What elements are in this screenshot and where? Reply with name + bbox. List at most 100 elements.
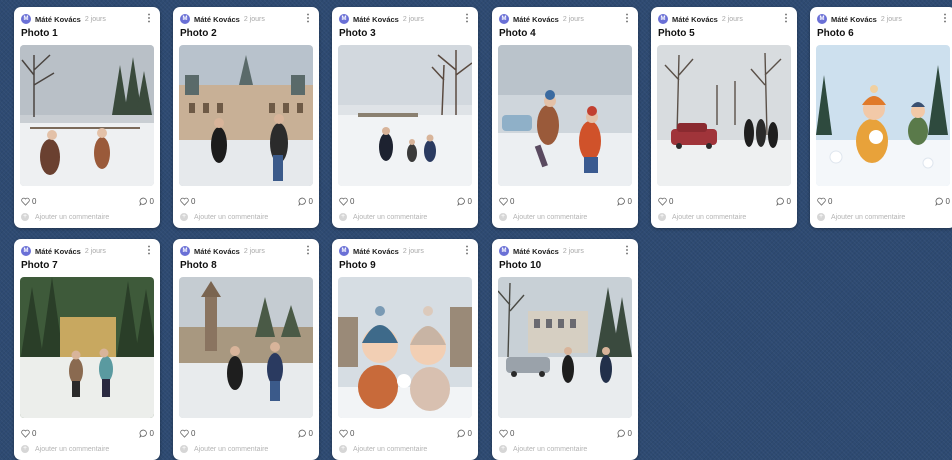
- like-button[interactable]: 0: [21, 197, 36, 206]
- post-card-2[interactable]: M Máté Kovács 2 jours ⋮ Photo 2 0 0 + Aj…: [173, 7, 319, 228]
- post-card-7[interactable]: M Máté Kovács 2 jours ⋮ Photo 7 0 0 + Aj…: [14, 239, 160, 460]
- add-comment-field[interactable]: + Ajouter un commentaire: [817, 211, 950, 223]
- avatar[interactable]: M: [658, 14, 668, 24]
- post-photo[interactable]: [179, 45, 313, 186]
- avatar[interactable]: M: [817, 14, 827, 24]
- like-count: 0: [191, 428, 196, 438]
- comment-button[interactable]: 0: [138, 196, 154, 206]
- reactions-bar: 0 0: [180, 195, 313, 207]
- post-photo[interactable]: [498, 277, 632, 418]
- post-photo[interactable]: [179, 277, 313, 418]
- comment-count: 0: [786, 196, 791, 206]
- comment-button[interactable]: 0: [138, 429, 154, 438]
- post-header: M Máté Kovács 2 jours ⋮: [180, 12, 313, 26]
- like-button[interactable]: 0: [21, 429, 36, 438]
- comment-button[interactable]: 0: [297, 197, 313, 206]
- more-vertical-icon[interactable]: ⋮: [781, 14, 791, 24]
- avatar[interactable]: M: [180, 246, 190, 256]
- add-comment-placeholder: Ajouter un commentaire: [353, 445, 428, 453]
- add-comment-field[interactable]: + Ajouter un commentaire: [499, 443, 632, 455]
- add-comment-icon: +: [21, 213, 29, 221]
- post-photo[interactable]: [338, 45, 472, 186]
- heart-icon: [499, 197, 508, 206]
- add-comment-field[interactable]: + Ajouter un commentaire: [21, 211, 154, 223]
- author-name: Máté Kovács: [353, 246, 399, 256]
- add-comment-field[interactable]: + Ajouter un commentaire: [180, 443, 313, 455]
- avatar[interactable]: M: [339, 14, 349, 24]
- avatar[interactable]: M: [180, 14, 190, 24]
- post-photo[interactable]: [338, 277, 472, 418]
- post-photo[interactable]: [20, 45, 154, 186]
- author-name: Máté Kovács: [194, 246, 240, 256]
- post-photo[interactable]: [816, 45, 950, 186]
- add-comment-field[interactable]: + Ajouter un commentaire: [339, 211, 472, 223]
- comment-count: 0: [467, 196, 472, 206]
- post-photo[interactable]: [20, 277, 154, 418]
- avatar[interactable]: M: [339, 246, 349, 256]
- author-name: Máté Kovács: [35, 246, 81, 256]
- avatar[interactable]: M: [21, 14, 31, 24]
- more-vertical-icon[interactable]: ⋮: [303, 246, 313, 256]
- add-comment-field[interactable]: + Ajouter un commentaire: [499, 211, 632, 223]
- post-card-10[interactable]: M Máté Kovács 2 jours ⋮ Photo 10 0 0 + A…: [492, 239, 638, 460]
- post-card-1[interactable]: M Máté Kovács 2 jours ⋮ Photo 1 0 0 + Aj…: [14, 7, 160, 228]
- post-card-9[interactable]: M Máté Kovács 2 jours ⋮ Photo 9 0 0 + Aj…: [332, 239, 478, 460]
- add-comment-field[interactable]: + Ajouter un commentaire: [339, 443, 472, 455]
- heart-icon: [21, 429, 30, 438]
- heart-icon: [499, 429, 508, 438]
- more-vertical-icon[interactable]: ⋮: [144, 246, 154, 256]
- post-card-8[interactable]: M Máté Kovács 2 jours ⋮ Photo 8 0 0 + Aj…: [173, 239, 319, 460]
- comment-button[interactable]: 0: [775, 196, 791, 206]
- comment-button[interactable]: 0: [934, 196, 950, 206]
- like-button[interactable]: 0: [658, 197, 673, 206]
- like-button[interactable]: 0: [499, 197, 514, 206]
- photo-image: [816, 45, 950, 186]
- like-button[interactable]: 0: [817, 197, 832, 206]
- more-vertical-icon[interactable]: ⋮: [622, 14, 632, 24]
- author-name: Máté Kovács: [353, 14, 399, 24]
- add-comment-placeholder: Ajouter un commentaire: [672, 213, 747, 221]
- post-header: M Máté Kovács 2 jours ⋮: [339, 244, 472, 258]
- post-photo[interactable]: [498, 45, 632, 186]
- more-vertical-icon[interactable]: ⋮: [462, 246, 472, 256]
- like-button[interactable]: 0: [180, 429, 195, 438]
- like-button[interactable]: 0: [339, 429, 354, 438]
- comment-button[interactable]: 0: [616, 196, 632, 206]
- like-button[interactable]: 0: [499, 429, 514, 438]
- post-title: Photo 8: [180, 260, 217, 271]
- reactions-bar: 0 0: [21, 195, 154, 207]
- post-card-3[interactable]: M Máté Kovács 2 jours ⋮ Photo 3 0 0 + Aj…: [332, 7, 478, 228]
- more-vertical-icon[interactable]: ⋮: [144, 14, 154, 24]
- more-vertical-icon[interactable]: ⋮: [462, 14, 472, 24]
- author-name: Máté Kovács: [831, 14, 877, 24]
- avatar[interactable]: M: [499, 14, 509, 24]
- add-comment-field[interactable]: + Ajouter un commentaire: [21, 443, 154, 455]
- like-button[interactable]: 0: [339, 197, 354, 206]
- avatar[interactable]: M: [21, 246, 31, 256]
- comment-icon: [297, 197, 306, 206]
- post-photo[interactable]: [657, 45, 791, 186]
- comment-count: 0: [627, 196, 632, 206]
- post-card-4[interactable]: M Máté Kovács 2 jours ⋮ Photo 4 0 0 + Aj…: [492, 7, 638, 228]
- post-title: Photo 3: [339, 28, 376, 39]
- comment-button[interactable]: 0: [297, 429, 313, 438]
- comment-button[interactable]: 0: [456, 196, 472, 206]
- more-vertical-icon[interactable]: ⋮: [940, 14, 950, 24]
- post-card-6[interactable]: M Máté Kovács 2 jours ⋮ Photo 6 0 0 + Aj…: [810, 7, 952, 228]
- reactions-bar: 0 0: [21, 427, 154, 439]
- comment-icon: [456, 197, 465, 206]
- more-vertical-icon[interactable]: ⋮: [303, 14, 313, 24]
- more-vertical-icon[interactable]: ⋮: [622, 246, 632, 256]
- padlet-board: M Máté Kovács 2 jours ⋮ Photo 1 0 0 + Aj…: [0, 0, 952, 460]
- comment-count: 0: [149, 196, 154, 206]
- add-comment-field[interactable]: + Ajouter un commentaire: [180, 211, 313, 223]
- add-comment-field[interactable]: + Ajouter un commentaire: [658, 211, 791, 223]
- comment-count: 0: [945, 196, 950, 206]
- comment-button[interactable]: 0: [456, 429, 472, 438]
- post-time: 2 jours: [402, 15, 424, 23]
- like-button[interactable]: 0: [180, 197, 195, 206]
- avatar[interactable]: M: [499, 246, 509, 256]
- post-card-5[interactable]: M Máté Kovács 2 jours ⋮ Photo 5 0 0 + Aj…: [651, 7, 797, 228]
- comment-button[interactable]: 0: [616, 429, 632, 438]
- reactions-bar: 0 0: [658, 195, 791, 207]
